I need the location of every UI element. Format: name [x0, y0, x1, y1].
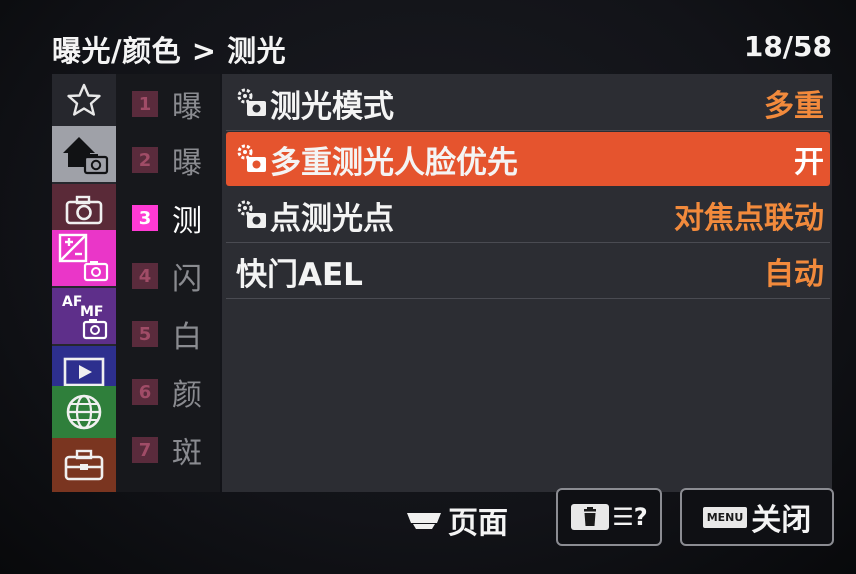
- menu-item-shutter-ael[interactable]: 快门AEL 自动: [226, 244, 830, 299]
- trash-icon: [571, 504, 610, 530]
- page-number: 2: [132, 147, 158, 173]
- menu-badge: MENU: [702, 506, 748, 528]
- page-label: 曝: [172, 146, 202, 181]
- page-nav-label: 页面: [448, 506, 508, 541]
- exposure-camera-icon: [58, 233, 109, 282]
- help-list-icon: ☰?: [612, 503, 648, 531]
- category-favorites[interactable]: [52, 74, 116, 126]
- page-item-active[interactable]: 3 测: [132, 198, 222, 239]
- page-label: 测: [172, 204, 202, 239]
- control-wheel-icon: [407, 513, 441, 529]
- page-number: 4: [132, 263, 158, 289]
- toolbox-icon: [64, 449, 104, 481]
- page-label: 闪: [172, 262, 202, 297]
- menu-item-value: 自动: [764, 257, 824, 292]
- page-number: 5: [132, 321, 158, 347]
- menu-item-face-priority[interactable]: 多重测光人脸优先 开: [226, 132, 830, 186]
- photo-settings-icon: [234, 85, 270, 121]
- globe-icon: [66, 394, 102, 430]
- menu-item-metering-mode[interactable]: 测光模式 多重: [226, 76, 830, 131]
- menu-item-label: 快门AEL: [236, 256, 363, 293]
- category-network[interactable]: [52, 386, 116, 438]
- af-mf-camera-icon: AF MF: [62, 294, 108, 340]
- page-number: 3: [132, 205, 158, 231]
- menu-item-label: 点测光点: [270, 200, 394, 237]
- playback-icon: [63, 357, 105, 387]
- page-item[interactable]: 2 曝: [132, 140, 222, 181]
- category-setup[interactable]: [52, 438, 116, 492]
- page-number: 1: [132, 91, 158, 117]
- page-label: 斑: [172, 436, 202, 471]
- menu-item-value: 开: [794, 145, 824, 180]
- page-number: 7: [132, 437, 158, 463]
- category-column: AF MF: [52, 74, 116, 492]
- page-count: 18/58: [743, 30, 832, 63]
- menu-item-value: 对焦点联动: [674, 201, 824, 236]
- menu-item-label: 多重测光人脸优先: [270, 144, 518, 181]
- photo-settings-icon: [234, 141, 270, 177]
- svg-text:MF: MF: [80, 304, 104, 320]
- menu-item-label: 测光模式: [270, 88, 394, 125]
- menu-item-spot-metering-point[interactable]: 点测光点 对焦点联动: [226, 188, 830, 243]
- page-number: 6: [132, 379, 158, 405]
- category-home-shooting[interactable]: [52, 126, 116, 182]
- photo-settings-icon: [234, 197, 270, 233]
- page-item[interactable]: 4 闪: [132, 256, 222, 297]
- page-list: 1 曝 2 曝 3 测 4 闪 5 白 6 颜 7 斑: [116, 74, 220, 492]
- page-label: 颜: [172, 378, 202, 413]
- category-af-mf[interactable]: AF MF: [52, 288, 116, 344]
- page-nav-hint[interactable]: 页面: [404, 498, 508, 542]
- page-label: 白: [172, 320, 202, 355]
- category-shooting[interactable]: [52, 184, 116, 236]
- menu-list: 测光模式 多重 多重测光人脸优先 开 点测光点 对焦点联动 快门AEL 自动: [222, 74, 832, 492]
- category-exposure-color[interactable]: [52, 230, 116, 286]
- page-item[interactable]: 6 颜: [132, 372, 222, 413]
- star-outline-icon: [67, 83, 101, 116]
- menu-item-value: 多重: [764, 89, 824, 124]
- delete-help-button[interactable]: ☰?: [556, 488, 662, 546]
- home-camera-icon: [63, 137, 109, 175]
- page-item[interactable]: 5 白: [132, 314, 222, 355]
- close-menu-button[interactable]: MENU 关闭: [680, 488, 834, 546]
- breadcrumb: 曝光/颜色 > 测光: [52, 34, 287, 68]
- camera-icon: [65, 195, 103, 225]
- close-label: 关闭: [751, 503, 812, 538]
- page-item[interactable]: 1 曝: [132, 84, 222, 125]
- page-label: 曝: [172, 90, 202, 125]
- page-item[interactable]: 7 斑: [132, 430, 222, 471]
- camera-menu-screen: 曝光/颜色 > 测光 18/58 AF MF 1 曝 2 曝 3 测 4 闪 5…: [0, 0, 856, 574]
